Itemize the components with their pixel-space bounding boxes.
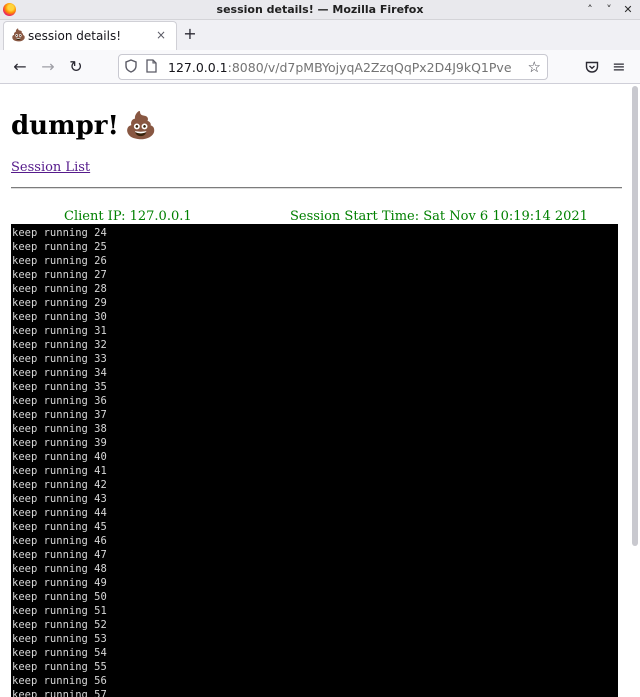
log-line: keep running 41 (12, 465, 107, 477)
bookmark-star-icon[interactable]: ☆ (528, 58, 541, 76)
log-line: keep running 25 (12, 241, 107, 253)
log-line: keep running 54 (12, 647, 107, 659)
log-line: keep running 27 (12, 269, 107, 281)
log-line: keep running 29 (12, 297, 107, 309)
log-line: keep running 49 (12, 577, 107, 589)
tab-label: session details! (28, 29, 122, 43)
log-line: keep running 30 (12, 311, 107, 323)
page-content: dumpr! 💩 Session List Client IP: 127.0.0.… (0, 85, 640, 697)
log-line: keep running 42 (12, 479, 107, 491)
window-title: session details! — Mozilla Firefox (216, 3, 424, 16)
log-line: keep running 55 (12, 661, 107, 673)
divider (11, 187, 622, 189)
log-lines: keep running 24 keep running 25 keep runni… (12, 226, 107, 697)
log-line: keep running 36 (12, 395, 107, 407)
log-line: keep running 40 (12, 451, 107, 463)
window-titlebar: session details! — Mozilla Firefox ˄ ˅ ✕ (0, 0, 640, 20)
log-line: keep running 43 (12, 493, 107, 505)
window-minimize-button[interactable]: ˄ (582, 2, 598, 18)
shield-icon[interactable] (125, 59, 137, 78)
log-line: keep running 44 (12, 507, 107, 519)
log-line: keep running 38 (12, 423, 107, 435)
log-line: keep running 33 (12, 353, 107, 365)
log-line: keep running 45 (12, 521, 107, 533)
url-text[interactable]: 127.0.0.1:8080/v/d7pMBYojyqA2ZzqQqPx2D4J… (168, 60, 512, 75)
pocket-button[interactable] (582, 57, 602, 77)
page-scrollbar[interactable] (632, 86, 638, 546)
log-line: keep running 35 (12, 381, 107, 393)
log-line: keep running 48 (12, 563, 107, 575)
new-tab-button[interactable]: + (180, 24, 200, 44)
session-log[interactable]: keep running 24 keep running 25 keep runni… (11, 224, 618, 697)
reload-button[interactable]: ↻ (66, 57, 86, 77)
page-title: dumpr! 💩 (11, 111, 157, 141)
log-line: keep running 34 (12, 367, 107, 379)
poop-favicon-icon: 💩 (11, 28, 26, 42)
forward-button[interactable]: → (38, 57, 58, 77)
log-line: keep running 56 (12, 675, 107, 687)
menu-button[interactable]: ≡ (609, 57, 629, 77)
log-line: keep running 52 (12, 619, 107, 631)
page-icon[interactable] (146, 59, 157, 77)
poop-emoji-icon: 💩 (124, 111, 158, 141)
log-line: keep running 26 (12, 255, 107, 267)
log-line: keep running 47 (12, 549, 107, 561)
log-line: keep running 50 (12, 591, 107, 603)
log-line: keep running 51 (12, 605, 107, 617)
session-list-link[interactable]: Session List (11, 160, 90, 175)
log-line: keep running 53 (12, 633, 107, 645)
tab-strip: 💩 session details! × + (0, 20, 640, 50)
log-line: keep running 24 (12, 227, 107, 239)
url-host: 127.0.0.1 (168, 60, 228, 75)
log-line: keep running 28 (12, 283, 107, 295)
log-line: keep running 37 (12, 409, 107, 421)
log-line: keep running 32 (12, 339, 107, 351)
tab-session-details[interactable]: 💩 session details! × (3, 21, 177, 50)
client-ip: Client IP: 127.0.0.1 (64, 209, 192, 224)
session-start-time: Session Start Time: Sat Nov 6 10:19:14 2… (290, 209, 588, 224)
window-close-button[interactable]: ✕ (620, 2, 636, 18)
navigation-bar: ← → ↻ 127.0.0.1:8080/v/d7pMBYojyqA2ZzqQq… (0, 50, 640, 84)
brand-text: dumpr! (11, 111, 119, 141)
tab-close-icon[interactable]: × (156, 28, 166, 42)
log-line: keep running 57 (12, 689, 107, 697)
log-line: keep running 46 (12, 535, 107, 547)
url-path: :8080/v/d7pMBYojyqA2ZzqQqPx2D4J9kQ1Pve (227, 60, 512, 75)
log-line: keep running 39 (12, 437, 107, 449)
url-bar[interactable]: 127.0.0.1:8080/v/d7pMBYojyqA2ZzqQqPx2D4J… (118, 54, 548, 80)
window-maximize-button[interactable]: ˅ (601, 2, 617, 18)
log-line: keep running 31 (12, 325, 107, 337)
back-button[interactable]: ← (10, 57, 30, 77)
